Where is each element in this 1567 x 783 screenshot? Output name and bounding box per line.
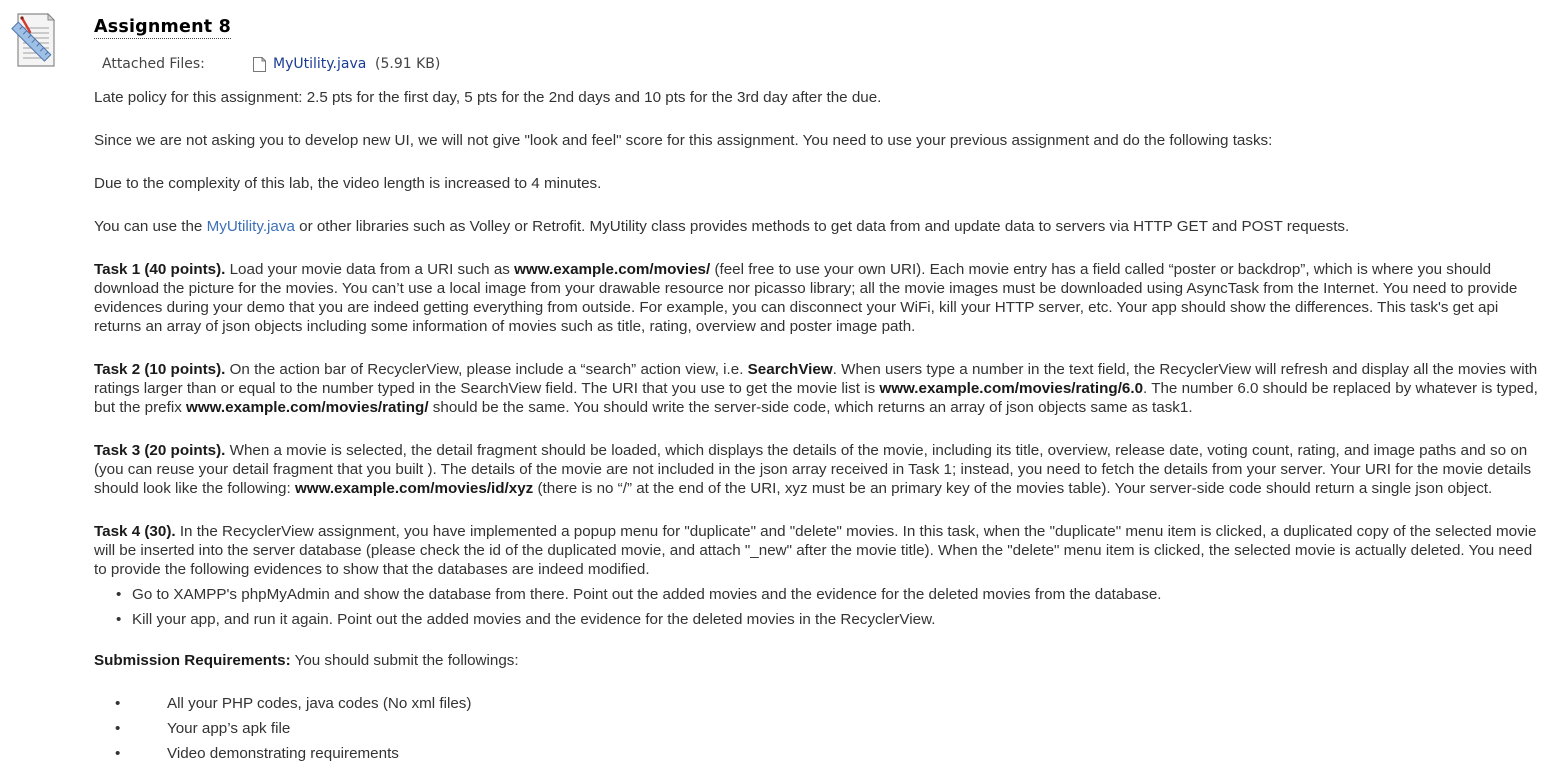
task-1-text: Load your movie data from a URI such as [225,261,515,278]
task-3-text-2: (there is no “/” at the end of the URI, … [533,480,1493,497]
assignment-description: Late policy for this assignment: 2.5 pts… [94,88,1546,769]
task-4-label: Task 4 (30). [94,523,176,540]
task-2-text: On the action bar of RecyclerView, pleas… [225,361,748,378]
list-item: Kill your app, and run it again. Point o… [94,610,1546,629]
task-3: Task 3 (20 points). When a movie is sele… [94,441,1546,498]
libraries-paragraph: You can use the MyUtility.java or other … [94,217,1546,236]
ui-note: Since we are not asking you to develop n… [94,132,1273,149]
list-item: Video demonstrating requirements [94,744,1546,763]
video-note: Due to the complexity of this lab, the v… [94,175,602,192]
libraries-text-before: You can use the [94,218,207,235]
task-4-text: In the RecyclerView assignment, you have… [94,523,1537,578]
submission-list: All your PHP codes, java codes (No xml f… [94,694,1546,763]
task-2-uri: www.example.com/movies/rating/6.0 [879,380,1144,397]
task-2: Task 2 (10 points). On the action bar of… [94,360,1546,417]
task-4: Task 4 (30). In the RecyclerView assignm… [94,522,1546,579]
myutility-link[interactable]: MyUtility.java [207,218,295,235]
list-item: Go to XAMPP's phpMyAdmin and show the da… [94,585,1546,604]
task-1-uri: www.example.com/movies/ [514,261,711,278]
submission-label: Submission Requirements: [94,652,291,669]
late-policy: Late policy for this assignment: 2.5 pts… [94,89,882,106]
attached-files-label: Attached Files: [102,56,205,72]
attached-file-link[interactable]: MyUtility.java [273,55,366,73]
list-item: Your app’s apk file [94,719,1546,738]
attached-files: Attached Files: MyUtility.java (5.91 KB) [102,55,602,75]
task-2-text-4: should be the same. You should write the… [428,399,1193,416]
assignment-icon [11,12,56,67]
attached-file-size: (5.91 KB) [375,56,441,72]
task-1-label: Task 1 (40 points). [94,261,226,278]
task-2-label: Task 2 (10 points). [94,361,226,378]
task-1: Task 1 (40 points). Load your movie data… [94,260,1546,336]
libraries-text-after: or other libraries such as Volley or Ret… [294,218,1350,235]
task-2-prefix: www.example.com/movies/rating/ [186,399,429,416]
list-item: All your PHP codes, java codes (No xml f… [94,694,1546,713]
file-icon [253,57,266,72]
task-3-label: Task 3 (20 points). [94,442,226,459]
task-2-searchview: SearchView [747,361,833,378]
submission-requirements: Submission Requirements: You should subm… [94,651,1546,670]
task-3-uri: www.example.com/movies/id/xyz [294,480,534,497]
task-4-evidence-list: Go to XAMPP's phpMyAdmin and show the da… [94,585,1546,629]
submission-text: You should submit the followings: [290,652,519,669]
assignment-title[interactable]: Assignment 8 [94,17,231,39]
